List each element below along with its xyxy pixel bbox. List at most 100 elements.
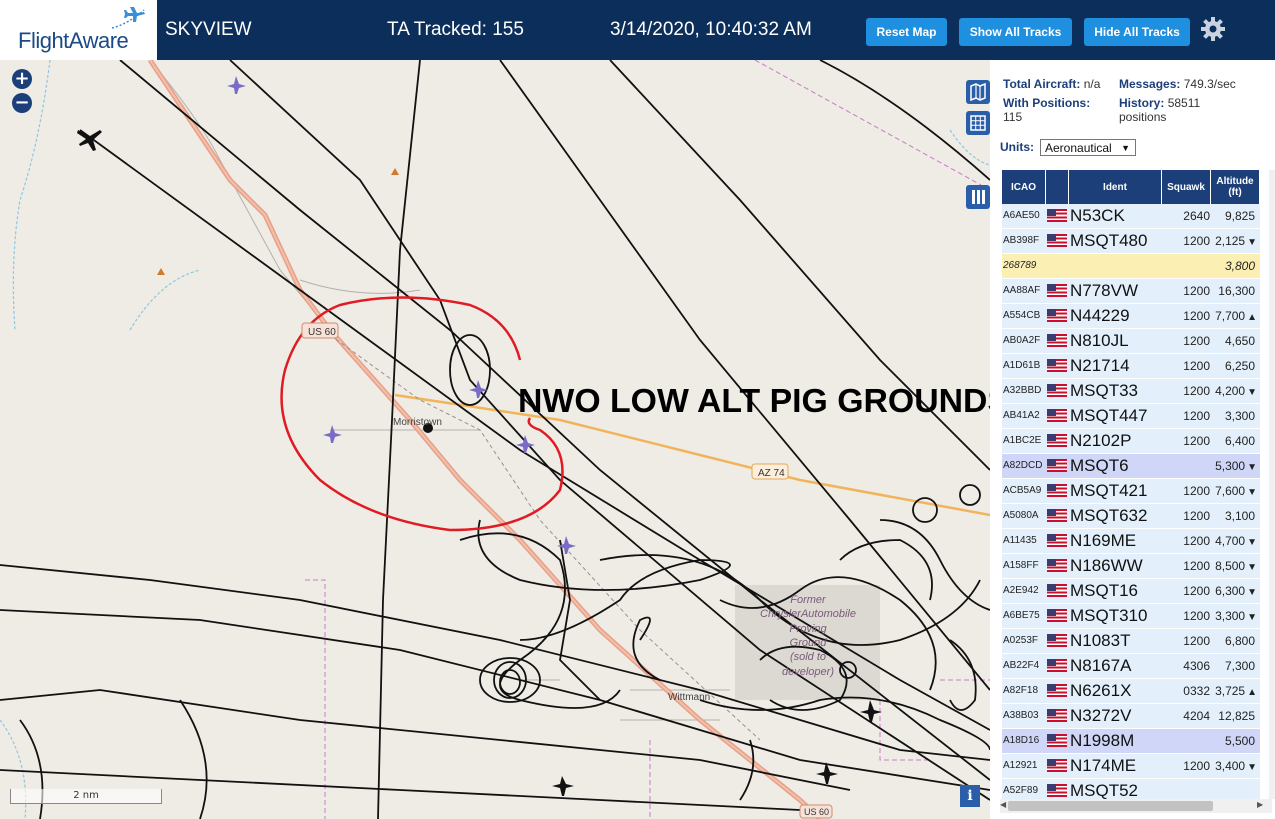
svg-text:(sold to: (sold to bbox=[790, 651, 826, 663]
map-layers-button[interactable] bbox=[966, 80, 990, 104]
total-aircraft-stat: Total Aircraft: n/a bbox=[1003, 77, 1101, 91]
altitude-cell: 6,300 ▼ bbox=[1215, 584, 1257, 598]
squawk-cell: 1200 bbox=[1183, 409, 1210, 423]
table-row[interactable]: AB0A2F N810JL 1200 4,650 bbox=[1002, 329, 1260, 354]
scroll-left-icon[interactable]: ◀ bbox=[1000, 800, 1006, 809]
columns-toggle-button[interactable] bbox=[966, 185, 990, 209]
squawk-cell bbox=[1162, 454, 1210, 478]
col-icao[interactable]: ICAO bbox=[1002, 170, 1046, 204]
icao-cell: A2E942 bbox=[1003, 585, 1039, 596]
altitude-cell: 6,800 bbox=[1224, 634, 1255, 648]
us-flag-icon bbox=[1047, 559, 1067, 572]
grid-toggle-button[interactable] bbox=[966, 111, 990, 135]
table-row[interactable]: A12921 N174ME 1200 3,400 ▼ bbox=[1002, 754, 1260, 779]
svg-text:Proving: Proving bbox=[789, 623, 827, 635]
svg-text:developer): developer) bbox=[782, 666, 834, 678]
ident-cell: N44229 bbox=[1070, 306, 1130, 325]
table-row[interactable]: A82DCD MSQT6 5,300 ▼ bbox=[1002, 454, 1260, 479]
us-flag-icon bbox=[1047, 284, 1067, 297]
col-flag[interactable] bbox=[1046, 170, 1069, 204]
show-all-tracks-button[interactable]: Show All Tracks bbox=[959, 18, 1072, 46]
icao-cell: AB22F4 bbox=[1003, 660, 1040, 671]
annotation-text: NWO LOW ALT PIG GROUNDS bbox=[518, 382, 990, 419]
road-label-us60-bottom: US 60 bbox=[804, 807, 829, 817]
flightaware-logo[interactable]: FlightAware bbox=[0, 0, 157, 60]
scroll-right-icon[interactable]: ▶ bbox=[1257, 800, 1263, 809]
icao-cell: A11435 bbox=[1003, 535, 1037, 546]
ident-cell: N1998M bbox=[1070, 731, 1135, 750]
us-flag-icon bbox=[1047, 309, 1067, 322]
table-row[interactable]: AB398F MSQT480 1200 2,125 ▼ bbox=[1002, 229, 1260, 254]
table-row[interactable]: AA88AF N778VW 1200 16,300 bbox=[1002, 279, 1260, 304]
map-view[interactable]: US 60 AZ 74 US 60 Morristown Wittmann Fo… bbox=[0, 60, 990, 819]
svg-text:Former: Former bbox=[790, 594, 827, 606]
zoom-out-button[interactable]: − bbox=[12, 93, 32, 113]
table-vertical-scrollbar[interactable] bbox=[1269, 170, 1275, 799]
hide-all-tracks-button[interactable]: Hide All Tracks bbox=[1084, 18, 1190, 46]
table-row[interactable]: A2E942 MSQT16 1200 6,300 ▼ bbox=[1002, 579, 1260, 604]
icao-cell: A38B03 bbox=[1003, 710, 1039, 721]
units-select[interactable]: Aeronautical ▼ bbox=[1040, 139, 1136, 156]
us-flag-icon bbox=[1047, 334, 1067, 347]
table-row[interactable]: A6AE50 N53CK 2640 9,825 bbox=[1002, 204, 1260, 229]
ident-cell: N778VW bbox=[1070, 281, 1139, 300]
table-row[interactable]: A554CB N44229 1200 7,700 ▲ bbox=[1002, 304, 1260, 329]
icao-cell: AA88AF bbox=[1003, 285, 1041, 296]
table-row[interactable]: A6BE75 MSQT310 1200 3,300 ▼ bbox=[1002, 604, 1260, 629]
aircraft-table: ICAO Ident Squawk Altitude (ft) A6AE50 N5… bbox=[1002, 170, 1260, 804]
table-row[interactable]: A1BC2E N2102P 1200 6,400 bbox=[1002, 429, 1260, 454]
map-canvas[interactable]: US 60 AZ 74 US 60 Morristown Wittmann Fo… bbox=[0, 60, 990, 819]
icao-cell: A6AE50 bbox=[1003, 210, 1040, 221]
us-flag-icon bbox=[1047, 234, 1067, 247]
ident-cell: MSQT310 bbox=[1070, 606, 1148, 625]
table-row[interactable]: A18D16 N1998M 5,500 bbox=[1002, 729, 1260, 754]
ident-cell: MSQT480 bbox=[1070, 231, 1148, 250]
icao-cell: A32BBD bbox=[1003, 385, 1042, 396]
squawk-cell: 1200 bbox=[1183, 284, 1210, 298]
road-label-az74: AZ 74 bbox=[758, 468, 785, 479]
plane-logo-icon bbox=[111, 7, 145, 29]
icao-cell: A5080A bbox=[1003, 510, 1039, 521]
squawk-cell bbox=[1162, 254, 1210, 278]
flight-tracks bbox=[0, 60, 990, 819]
table-row[interactable]: A0253F N1083T 1200 6,800 bbox=[1002, 629, 1260, 654]
altitude-cell: 5,500 bbox=[1224, 734, 1255, 748]
gear-icon[interactable] bbox=[1200, 16, 1226, 42]
reset-map-button[interactable]: Reset Map bbox=[866, 18, 947, 46]
us-flag-icon bbox=[1047, 684, 1067, 697]
zoom-in-button[interactable]: + bbox=[12, 69, 32, 89]
info-button[interactable]: i bbox=[960, 785, 980, 807]
col-squawk[interactable]: Squawk bbox=[1162, 170, 1211, 204]
squawk-cell: 4306 bbox=[1183, 659, 1210, 673]
us-flag-icon bbox=[1047, 484, 1067, 497]
tracked-count: TA Tracked: 155 bbox=[387, 19, 524, 40]
table-row[interactable]: AB41A2 MSQT447 1200 3,300 bbox=[1002, 404, 1260, 429]
table-row[interactable]: A1D61B N21714 1200 6,250 bbox=[1002, 354, 1260, 379]
squawk-cell: 0332 bbox=[1183, 684, 1210, 698]
altitude-trend-icon: ▼ bbox=[1247, 462, 1257, 473]
table-row[interactable]: A5080A MSQT632 1200 3,100 bbox=[1002, 504, 1260, 529]
svg-text:ChryslerAutomobile: ChryslerAutomobile bbox=[760, 608, 856, 620]
table-row[interactable]: A82F18 N6261X 0332 3,725 ▲ bbox=[1002, 679, 1260, 704]
table-row[interactable]: A38B03 N3272V 4204 12,825 bbox=[1002, 704, 1260, 729]
table-row[interactable]: A32BBD MSQT33 1200 4,200 ▼ bbox=[1002, 379, 1260, 404]
table-row[interactable]: 268789 3,800 bbox=[1002, 254, 1260, 279]
col-ident[interactable]: Ident bbox=[1069, 170, 1162, 204]
squawk-cell: 1200 bbox=[1183, 484, 1210, 498]
altitude-cell: 5,300 ▼ bbox=[1215, 459, 1257, 473]
icao-cell: A0253F bbox=[1003, 635, 1039, 646]
icao-cell: AB0A2F bbox=[1003, 335, 1041, 346]
altitude-trend-icon: ▼ bbox=[1247, 387, 1257, 398]
ident-cell: N169ME bbox=[1070, 531, 1137, 550]
svg-text:Ground: Ground bbox=[790, 637, 828, 649]
table-row[interactable]: A11435 N169ME 1200 4,700 ▼ bbox=[1002, 529, 1260, 554]
table-row[interactable]: ACB5A9 MSQT421 1200 7,600 ▼ bbox=[1002, 479, 1260, 504]
col-altitude[interactable]: Altitude (ft) bbox=[1211, 170, 1260, 204]
scrollbar-thumb[interactable] bbox=[1008, 801, 1213, 811]
altitude-cell: 7,300 bbox=[1224, 659, 1255, 673]
table-row[interactable]: AB22F4 N8167A 4306 7,300 bbox=[1002, 654, 1260, 679]
aircraft-markers bbox=[227, 76, 576, 554]
altitude-cell: 3,300 bbox=[1224, 409, 1255, 423]
table-row[interactable]: A158FF N186WW 1200 8,500 ▼ bbox=[1002, 554, 1260, 579]
altitude-cell: 4,200 ▼ bbox=[1215, 384, 1257, 398]
